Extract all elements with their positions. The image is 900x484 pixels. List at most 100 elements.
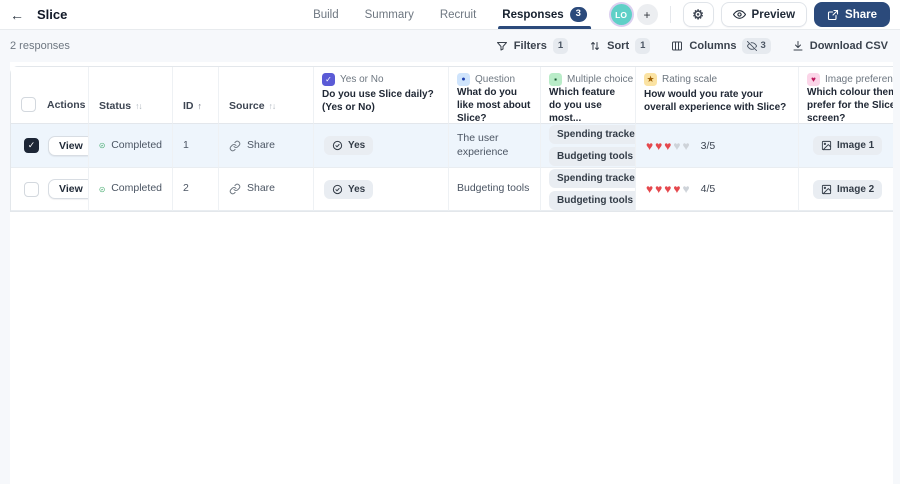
yes-chip: Yes [324, 136, 374, 155]
check-circle-icon [99, 186, 105, 192]
add-member-button[interactable]: + [636, 4, 658, 25]
columns-button[interactable]: Columns 3 [671, 38, 771, 54]
type-label: Multiple choice [567, 74, 634, 85]
row-1-id-cell: 1 [173, 124, 219, 168]
download-csv-label: Download CSV [809, 39, 888, 52]
navbar-left: ← Slice [10, 7, 67, 22]
check-circle-icon [332, 184, 343, 194]
tab-build[interactable]: Build [313, 0, 339, 29]
heart-filled-icon: ♥ [673, 182, 681, 196]
rating-value: 3/5 [700, 139, 716, 152]
header-question-multiple-choice[interactable]: ▪ Multiple choice Which feature do you u… [541, 67, 636, 124]
preview-button[interactable]: Preview [720, 2, 808, 27]
image-chip: Image 2 [813, 179, 883, 199]
yes-or-no-type-icon: ✓ [322, 73, 335, 86]
toolbar-actions: Filters 1 Sort 1 Columns 3 Download CSV [496, 38, 888, 54]
tab-summary[interactable]: Summary [365, 0, 414, 29]
header-question-open[interactable]: ● Question What do you like most about S… [449, 67, 541, 124]
heart-filled-icon: ♥ [655, 138, 663, 153]
form-title: Slice [37, 7, 68, 22]
choice-chip: Spending tracker [549, 125, 635, 144]
sort-both-icon: ↑↓ [268, 101, 276, 111]
tab-responses-label: Responses [502, 8, 564, 21]
tab-recruit[interactable]: Recruit [440, 0, 476, 29]
responses-table: Actions Status ↑↓ ID ↑ Source ↑↓ ✓ Yes o… [10, 66, 893, 212]
check-circle-icon [99, 142, 105, 149]
source-value: Share [247, 138, 276, 151]
sort-asc-icon: ↑ [197, 101, 203, 111]
question-text: Which colour theme do you prefer for the… [807, 87, 893, 124]
choice-chip: Budgeting tools [549, 147, 635, 166]
text-answer: The user experience [457, 131, 509, 158]
header-id[interactable]: ID ↑ [173, 67, 219, 124]
sort-count-badge: 1 [635, 38, 651, 54]
app-window: ← Slice Build Summary Recruit Responses … [0, 0, 900, 484]
image-value: Image 1 [837, 140, 875, 151]
nav-tabs: Build Summary Recruit Responses 3 [313, 0, 591, 29]
preview-label: Preview [751, 8, 796, 21]
type-label: Rating scale [662, 74, 718, 85]
type-label: Image preference [825, 74, 893, 85]
row-1-choices-cell: Spending tracker Budgeting tools [541, 124, 636, 168]
id-header-label: ID [183, 100, 194, 112]
header-actions: Actions [11, 67, 89, 124]
content-area: Actions Status ↑↓ ID ↑ Source ↑↓ ✓ Yes o… [0, 62, 900, 484]
external-share-icon [827, 9, 839, 20]
header-question-rating[interactable]: ★ Rating scale How would you rate your o… [636, 67, 799, 124]
heart-empty-icon: ♥ [682, 182, 690, 196]
sort-both-icon: ↑↓ [135, 101, 142, 111]
choice-chip: Spending tracker [549, 168, 635, 188]
row-1-text-answer-cell: The user experience [449, 124, 541, 168]
gear-icon: ⚙ [692, 7, 704, 22]
heart-filled-icon: ♥ [664, 138, 672, 153]
row-2-yes-no-cell: Yes [314, 168, 449, 211]
back-arrow-icon[interactable]: ← [10, 8, 24, 22]
text-answer: Budgeting tools [457, 182, 530, 195]
row-1-image-cell: Image 1 [799, 124, 893, 168]
download-csv-button[interactable]: Download CSV [792, 40, 888, 52]
row-checkbox[interactable]: ✓ [24, 138, 39, 153]
link-icon [229, 140, 241, 151]
tab-responses[interactable]: Responses 3 [498, 0, 591, 29]
header-question-image-preference[interactable]: ♥ Image preference Which colour theme do… [799, 67, 893, 124]
row-2-text-answer-cell: Budgeting tools [449, 168, 541, 211]
heart-filled-icon: ♥ [664, 182, 672, 196]
table-sheet: Actions Status ↑↓ ID ↑ Source ↑↓ ✓ Yes o… [10, 62, 893, 484]
hidden-columns-badge: 3 [742, 38, 771, 54]
source-header-label: Source [229, 100, 265, 112]
filters-label: Filters [513, 39, 547, 52]
view-button[interactable]: View [48, 135, 88, 156]
header-status[interactable]: Status ↑↓ [89, 67, 173, 124]
row-2-actions-cell: View [11, 168, 89, 211]
view-button[interactable]: View [48, 179, 88, 199]
navbar-right: LO + ⚙ Preview Share [610, 2, 890, 27]
header-question-yes-no[interactable]: ✓ Yes or No Do you use Slice daily? (Yes… [314, 67, 449, 124]
filters-button[interactable]: Filters 1 [496, 38, 569, 54]
status-header-label: Status [99, 100, 132, 112]
heart-empty-icon: ♥ [682, 138, 690, 153]
row-checkbox[interactable] [24, 181, 39, 197]
columns-icon [672, 41, 683, 51]
row-2-image-cell: Image 2 [799, 168, 893, 211]
row-1-status-cell: Completed [89, 124, 173, 168]
row-1-rating-cell: ♥ ♥ ♥ ♥ ♥ 3/5 [636, 124, 799, 168]
status-value: Completed [111, 138, 162, 151]
row-1-yes-no-cell: Yes [314, 124, 449, 168]
settings-button[interactable]: ⚙ [682, 2, 714, 27]
select-all-checkbox[interactable] [21, 97, 36, 112]
eye-off-icon [747, 40, 758, 51]
sort-arrows-icon [591, 41, 600, 50]
heart-filled-icon: ♥ [655, 182, 663, 196]
heart-filled-icon: ♥ [646, 138, 654, 153]
source-value: Share [247, 182, 276, 195]
status-value: Completed [111, 182, 162, 195]
heart-rating: ♥ ♥ ♥ ♥ ♥ [646, 137, 692, 155]
header-source[interactable]: Source ↑↓ [219, 67, 314, 124]
rating-value: 4/5 [700, 183, 716, 195]
question-type-icon: ● [457, 73, 470, 86]
multiple-choice-type-icon: ▪ [549, 73, 562, 86]
sort-button[interactable]: Sort 1 [589, 38, 651, 54]
responses-toolbar: 2 responses Filters 1 Sort 1 Columns 3 D… [0, 30, 900, 62]
avatar[interactable]: LO [610, 4, 632, 25]
share-button[interactable]: Share [814, 2, 890, 27]
